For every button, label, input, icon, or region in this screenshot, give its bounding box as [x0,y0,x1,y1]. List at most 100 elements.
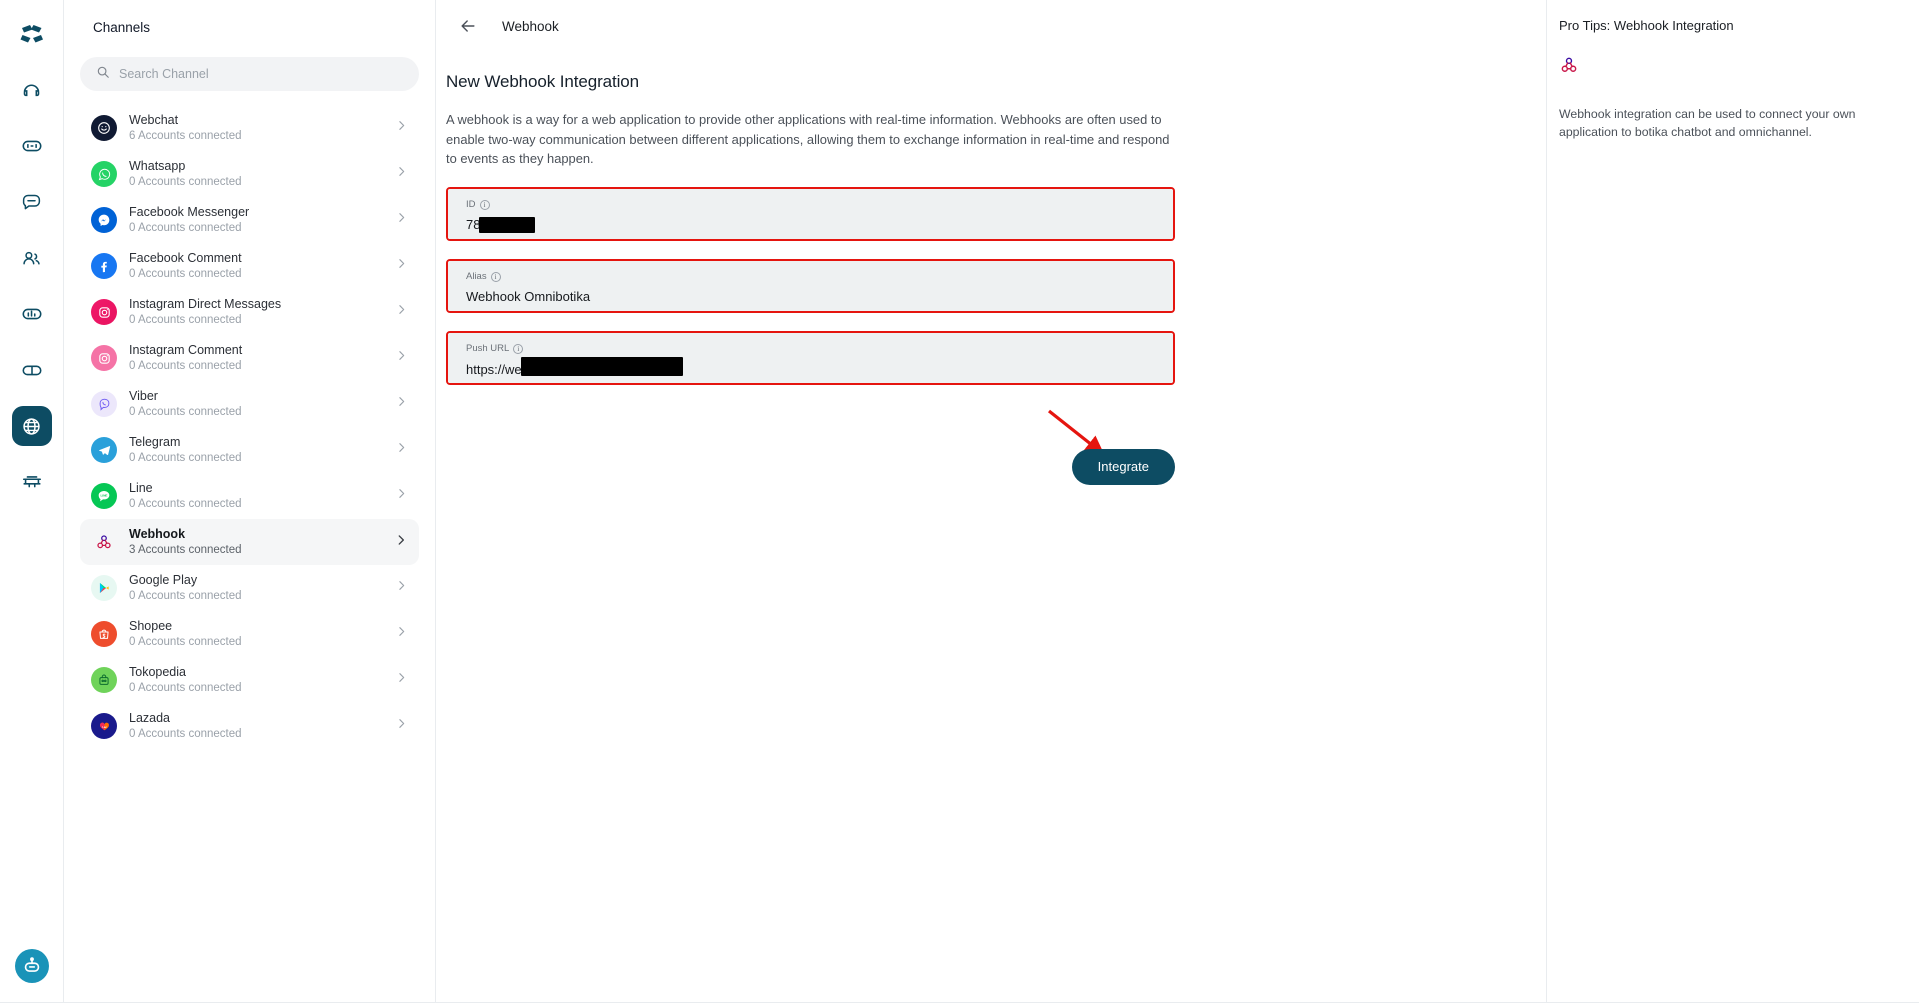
channel-item-whatsapp[interactable]: Whatsapp 0 Accounts connected [80,151,419,197]
channel-item-telegram[interactable]: Telegram 0 Accounts connected [80,427,419,473]
field-value-id: 78 [466,217,1155,234]
chevron-right-icon [395,211,408,229]
home-icon [21,80,42,101]
facebook-icon [91,253,117,279]
search-icon [96,65,110,84]
field-label-push-url: Push URL i [466,343,1155,355]
facebook-messenger-icon [91,207,117,233]
chevron-right-icon [395,165,408,183]
channel-accounts: 3 Accounts connected [129,544,242,556]
channel-item-webhook[interactable]: Webhook 3 Accounts connected [80,519,419,565]
rail-item-inbox[interactable] [12,126,52,166]
rail-item-home[interactable] [12,70,52,110]
search-channel-input[interactable]: Search Channel [80,57,419,91]
chevron-right-icon [395,349,408,367]
channel-name: Line [129,481,153,495]
main-header: Webhook [436,0,1546,36]
nav-rail [0,0,64,1003]
chevron-right-icon [395,579,408,597]
channel-item-instagram-direct-messages[interactable]: Instagram Direct Messages 0 Accounts con… [80,289,419,335]
channel-name: Instagram Direct Messages [129,297,282,311]
channel-name: Shopee [129,619,173,633]
field-push-url[interactable]: Push URL i https://we [448,332,1173,383]
channel-name: Whatsapp [129,159,186,173]
field-value-push-url: https://we [466,356,1155,380]
telegram-icon [91,437,117,463]
rail-item-broadcast[interactable] [12,350,52,390]
channel-item-tokopedia[interactable]: Tokopedia 0 Accounts connected [80,657,419,703]
channel-name: Instagram Comment [129,343,243,357]
field-id[interactable]: ID i 78 [448,188,1173,239]
channel-accounts: 0 Accounts connected [129,176,242,188]
chevron-right-icon [395,119,408,137]
actions-row: Integrate [446,409,1175,487]
chevron-right-icon [394,533,408,552]
chevron-right-icon [395,395,408,413]
botika-logo-icon[interactable] [12,14,52,54]
chevron-right-icon [395,487,408,505]
channel-item-lazada[interactable]: Laz Lazada 0 Accounts connected [80,703,419,749]
field-alias[interactable]: Alias i Webhook Omnibotika [448,260,1173,311]
lazada-icon: Laz [91,713,117,739]
field-label-text: Alias [466,270,487,282]
broadcast-icon [21,359,43,381]
chatbot-avatar-icon[interactable] [14,949,49,983]
google-play-icon [91,575,117,601]
channel-list: Webchat 6 Accounts connected Whatsapp 0 … [80,105,419,749]
redaction-block [479,217,536,234]
channel-name: Lazada [129,711,171,725]
channel-accounts: 0 Accounts connected [129,222,242,234]
arrow-left-icon[interactable] [458,16,478,36]
main-header-title: Webhook [502,18,559,34]
field-highlight-alias: Alias i Webhook Omnibotika [446,258,1175,313]
channel-item-google-play[interactable]: Google Play 0 Accounts connected [80,565,419,611]
rail-item-channels[interactable] [11,406,52,446]
inbox-icon [21,135,43,157]
channel-accounts: 0 Accounts connected [129,728,242,740]
instagram-comment-icon [91,345,117,371]
whatsapp-icon [91,161,117,187]
page-scrollbar[interactable] [1913,0,1919,1003]
channel-name: Telegram [129,435,181,449]
field-value-alias: Webhook Omnibotika [466,288,591,304]
rail-item-chat[interactable] [12,182,52,222]
field-label-text: Push URL [466,342,510,354]
info-icon[interactable]: i [479,199,490,210]
integrations-icon [21,471,43,493]
info-icon[interactable]: i [490,271,501,282]
page-description: A webhook is a way for a web application… [446,112,1170,167]
svg-text:Laz: Laz [102,724,107,728]
webhook-icon [1559,55,1581,77]
webhook-icon [91,529,117,555]
info-icon[interactable]: i [513,343,524,354]
rail-item-contacts[interactable] [12,238,52,278]
channel-item-instagram-comment[interactable]: Instagram Comment 0 Accounts connected [80,335,419,381]
field-label-text: ID [466,198,476,210]
channel-item-webchat[interactable]: Webchat 6 Accounts connected [80,105,419,151]
channel-name: Viber [129,389,158,403]
channel-item-facebook-messenger[interactable]: Facebook Messenger 0 Accounts connected [80,197,419,243]
channel-name: Webhook [129,527,186,541]
channel-item-line[interactable]: LINE Line 0 Accounts connected [80,473,419,519]
channel-accounts: 0 Accounts connected [129,636,242,648]
app-root: Channels Search Channel Webchat 6 Accoun… [0,0,1919,1003]
chevron-right-icon [395,671,408,689]
channel-item-facebook-comment[interactable]: Facebook Comment 0 Accounts connected [80,243,419,289]
redaction-block [520,356,683,376]
pro-tips-text: Webhook integration can be used to conne… [1559,107,1856,139]
channel-item-viber[interactable]: Viber 0 Accounts connected [80,381,419,427]
channel-item-shopee[interactable]: Shopee 0 Accounts connected [80,611,419,657]
channel-accounts: 0 Accounts connected [129,360,242,372]
integrate-button[interactable]: Integrate [1071,448,1175,485]
page-title: New Webhook Integration [446,72,640,91]
channel-accounts: 0 Accounts connected [129,682,242,694]
field-value-text: 78 [466,216,481,232]
svg-text:LINE: LINE [101,494,108,498]
chevron-right-icon [395,303,408,321]
shopee-icon [91,621,117,647]
channel-name: Tokopedia [129,665,186,679]
chat-bubble-icon [21,192,42,213]
instagram-icon [91,299,117,325]
rail-item-analytics[interactable] [12,294,52,334]
rail-item-integrations[interactable] [12,462,52,502]
